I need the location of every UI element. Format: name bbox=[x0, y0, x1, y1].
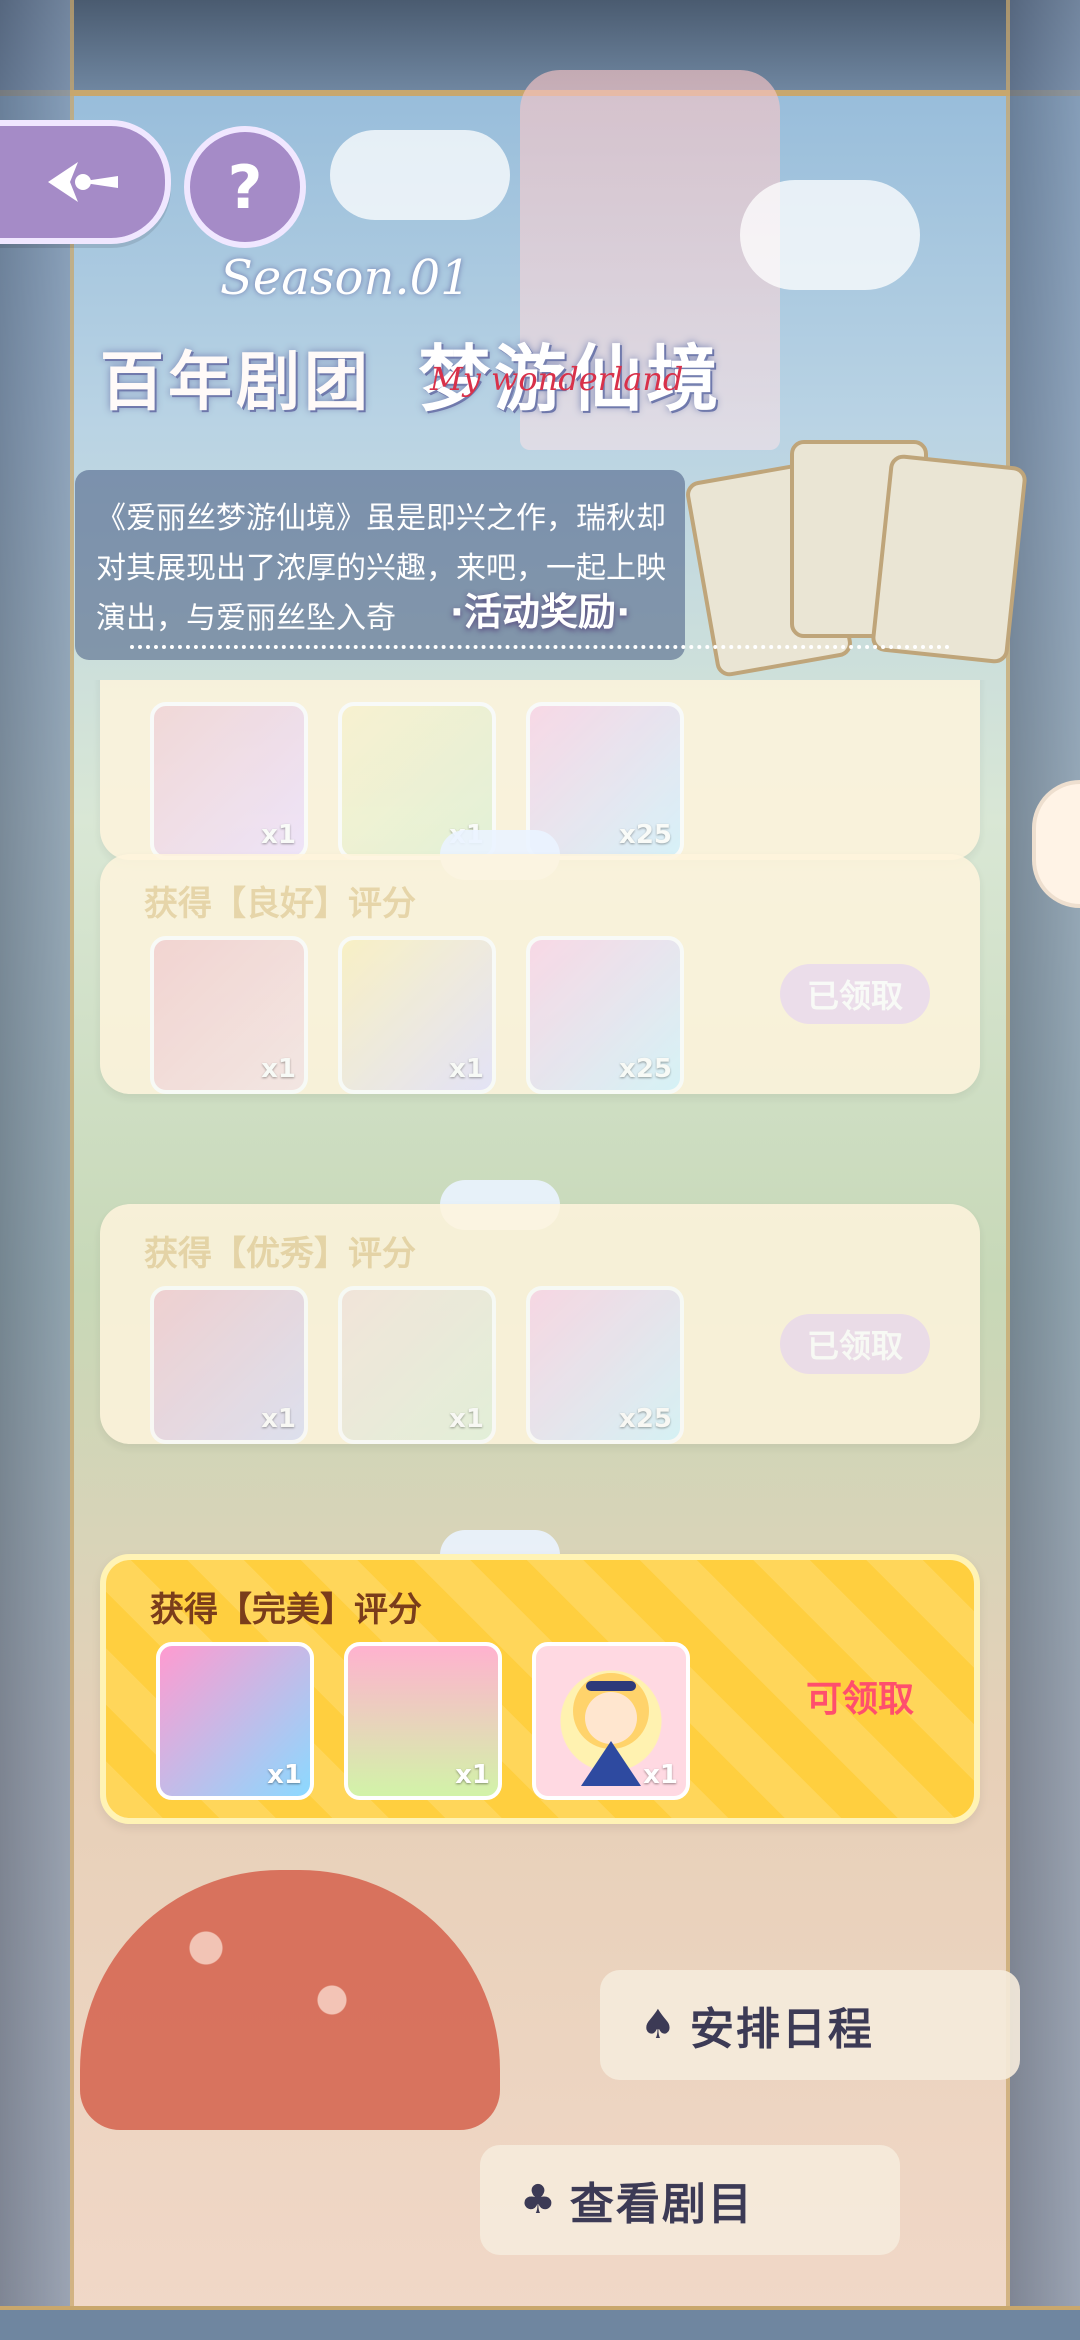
reward-items: x1 x1 x25 bbox=[150, 702, 684, 860]
schedule-label: 安排日程 bbox=[689, 2004, 874, 2055]
back-button[interactable] bbox=[0, 120, 171, 244]
view-plays-button[interactable]: ♣ 查看剧目 bbox=[480, 2145, 900, 2255]
logo-english: My wonderland bbox=[430, 360, 684, 398]
divider bbox=[130, 645, 950, 649]
event-logo: Season.01 百年剧团 梦游仙境 My wonderland bbox=[90, 250, 810, 421]
logo-season: Season.01 bbox=[220, 250, 471, 306]
reward-items: x1 x1 x1 bbox=[156, 1642, 690, 1800]
flower-frame-icon[interactable]: x1 bbox=[338, 1286, 496, 1444]
rainbow-star-icon[interactable]: x25 bbox=[526, 936, 684, 1094]
alice-avatar-icon[interactable]: x1 bbox=[532, 1642, 690, 1800]
reward-title: 获得【优秀】评分 bbox=[144, 1234, 416, 1274]
stage-curtain-icon[interactable]: x1 bbox=[150, 936, 308, 1094]
schedule-button[interactable]: ♠ 安排日程 bbox=[600, 1970, 1020, 2080]
mushroom-decoration bbox=[80, 1870, 500, 2130]
section-title: ·活动奖励· bbox=[449, 589, 631, 634]
cloud bbox=[330, 130, 510, 220]
reward-list[interactable]: x1 x1 x25 获得【良好】评分 x1 x1 x25 已领取 获得【优秀】评… bbox=[50, 680, 1030, 1860]
help-button[interactable]: ? bbox=[184, 126, 306, 248]
reward-items: x1 x1 x25 bbox=[150, 936, 684, 1094]
reward-card-good: 获得【良好】评分 x1 x1 x25 已领取 bbox=[100, 854, 980, 1094]
claimed-badge: 已领取 bbox=[780, 964, 930, 1024]
question-mark-icon: ? bbox=[228, 153, 263, 222]
view-plays-label: 查看剧目 bbox=[569, 2179, 754, 2230]
reward-item[interactable]: x1 bbox=[150, 702, 308, 860]
reward-title: 获得【完美】评分 bbox=[150, 1590, 422, 1630]
reward-card-excellent: 获得【优秀】评分 x1 x1 x25 已领取 bbox=[100, 1204, 980, 1444]
claimed-badge: 已领取 bbox=[780, 1314, 930, 1374]
claim-button[interactable]: 可领取 bbox=[806, 1670, 914, 1722]
back-arrow-icon bbox=[47, 162, 118, 202]
svg-text:?: ? bbox=[228, 153, 263, 222]
stage-frame-bottom bbox=[0, 2306, 1080, 2340]
spade-icon: ♠ bbox=[640, 2002, 676, 2048]
rainbow-star-icon[interactable]: x25 bbox=[526, 1286, 684, 1444]
reward-card-perfect[interactable]: 获得【完美】评分 x1 x1 x1 可领取 bbox=[100, 1554, 980, 1824]
reward-items: x1 x1 x25 bbox=[150, 1286, 684, 1444]
reward-title: 获得【良好】评分 bbox=[144, 884, 416, 924]
club-icon: ♣ bbox=[520, 2177, 556, 2223]
night-stage-icon[interactable]: x1 bbox=[150, 1286, 308, 1444]
carpet-icon[interactable]: x1 bbox=[338, 936, 496, 1094]
green-mat-icon[interactable]: x1 bbox=[344, 1642, 502, 1800]
poster-icon[interactable]: x1 bbox=[156, 1642, 314, 1800]
